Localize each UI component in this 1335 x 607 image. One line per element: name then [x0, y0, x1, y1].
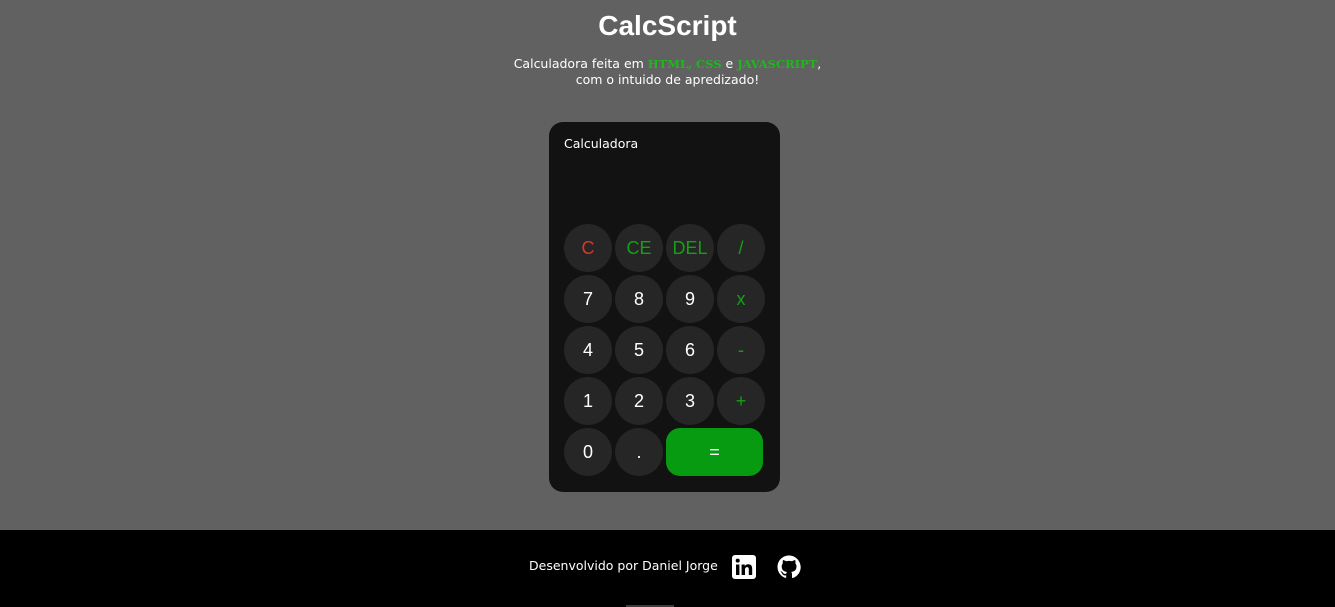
calculator-display: [564, 162, 765, 218]
digit-3-button[interactable]: 3: [666, 377, 714, 425]
page-title: CalcScript: [598, 10, 737, 41]
github-link[interactable]: [777, 555, 801, 579]
digit-1-button[interactable]: 1: [564, 377, 612, 425]
digit-2-button[interactable]: 2: [615, 377, 663, 425]
clear-entry-button[interactable]: CE: [615, 224, 663, 272]
subtitle-line-2: com o intuido de apredizado!: [575, 72, 760, 87]
footer: Desenvolvido por Daniel Jorge: [0, 530, 1335, 607]
calculator: Calculadora C CE DEL / 7 8 9 x 4 5 6 - 1…: [549, 122, 780, 492]
linkedin-icon: [732, 555, 756, 579]
subtitle-suffix: ,: [817, 56, 822, 71]
footer-credit: Desenvolvido por Daniel Jorge: [529, 558, 718, 573]
digit-7-button[interactable]: 7: [564, 275, 612, 323]
subtitle-mid: e: [721, 56, 738, 71]
digit-9-button[interactable]: 9: [666, 275, 714, 323]
plus-button[interactable]: +: [717, 377, 765, 425]
digit-4-button[interactable]: 4: [564, 326, 612, 374]
digit-6-button[interactable]: 6: [666, 326, 714, 374]
minus-button[interactable]: -: [717, 326, 765, 374]
delete-button[interactable]: DEL: [666, 224, 714, 272]
decimal-button[interactable]: .: [615, 428, 663, 476]
multiply-button[interactable]: x: [717, 275, 765, 323]
page-subtitle: Calculadora feita em HTML, CSS e JAVASCR…: [0, 56, 1335, 87]
clear-button[interactable]: C: [564, 224, 612, 272]
subtitle-tech-javascript: JAVASCRIPT: [737, 57, 818, 71]
divide-button[interactable]: /: [717, 224, 765, 272]
digit-8-button[interactable]: 8: [615, 275, 663, 323]
equals-button[interactable]: =: [666, 428, 763, 476]
digit-0-button[interactable]: 0: [564, 428, 612, 476]
linkedin-link[interactable]: [732, 555, 756, 579]
header: CalcScript Calculadora feita em HTML, CS…: [0, 0, 1335, 87]
digit-5-button[interactable]: 5: [615, 326, 663, 374]
subtitle-prefix: Calculadora feita em: [513, 56, 648, 71]
subtitle-tech-html-css: HTML, CSS: [647, 57, 722, 71]
calculator-label: Calculadora: [564, 136, 639, 151]
github-icon: [777, 555, 801, 579]
keypad: C CE DEL / 7 8 9 x 4 5 6 - 1 2 3 + 0 . =: [564, 224, 765, 476]
page: CalcScript Calculadora feita em HTML, CS…: [0, 0, 1335, 607]
